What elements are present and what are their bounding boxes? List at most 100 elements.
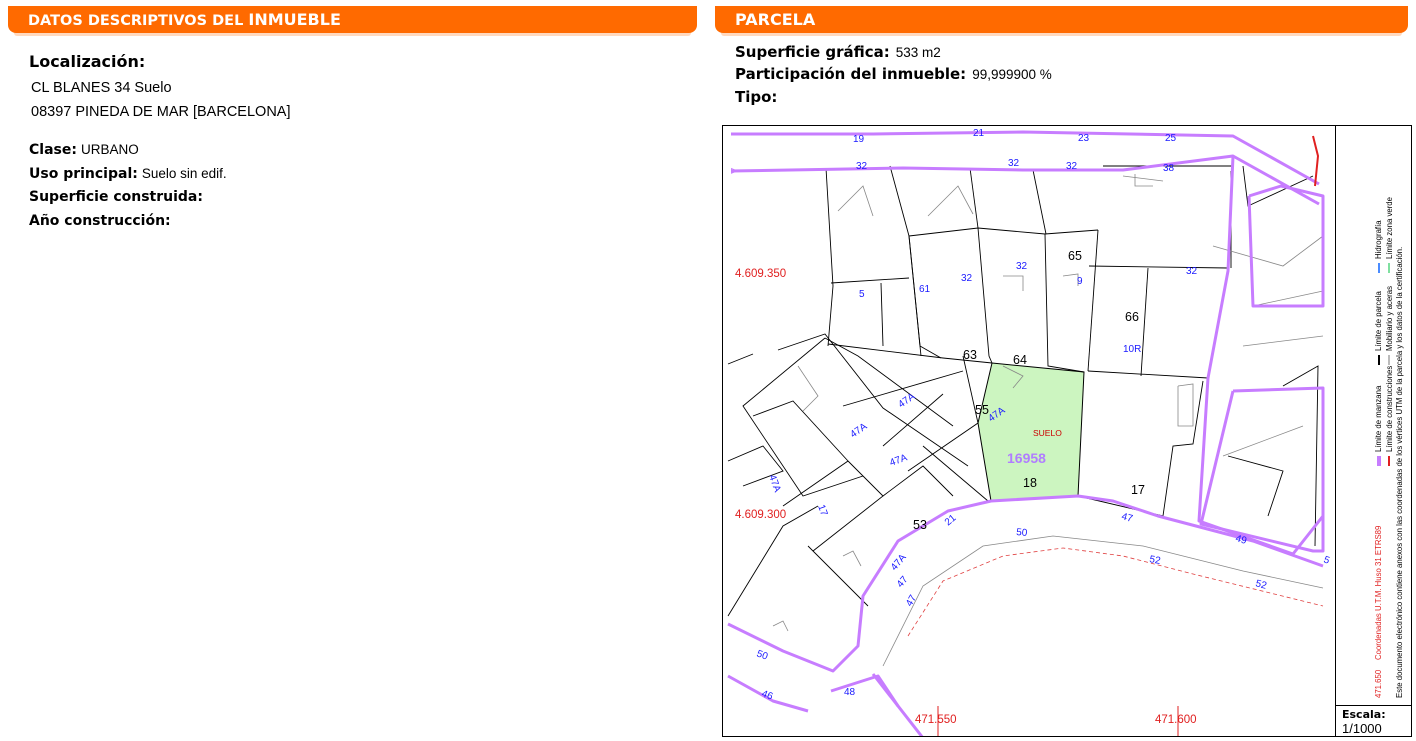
- street-number: 19: [853, 134, 865, 145]
- map-canvas[interactable]: 4.609.350 4.609.300 471.550 471.600 SUEL…: [723, 126, 1335, 737]
- location-address: CL BLANES 34 Suelo: [31, 80, 172, 96]
- street-number: 32: [1066, 161, 1078, 172]
- block-number: 18: [1023, 476, 1037, 490]
- legend-label: Hidrografía: [1374, 220, 1383, 259]
- street-number: 23: [1078, 133, 1090, 144]
- coord-system-label: Coordenadas U.T.M. Huso 31 ETRS89: [1374, 525, 1383, 660]
- cadastral-map[interactable]: 4.609.350 4.609.300 471.550 471.600 SUEL…: [722, 125, 1412, 737]
- parcel-use-label: SUELO: [1033, 428, 1062, 438]
- block-number: 17: [1131, 483, 1145, 497]
- legend-swatch-manzana: [1376, 456, 1381, 466]
- street-number: 49: [1234, 533, 1248, 547]
- legend-label: Límite zona verde: [1384, 197, 1394, 259]
- legend-label: Límite de construcciones: [1384, 365, 1394, 452]
- street-number: 50: [755, 648, 770, 662]
- block-number: 66: [1125, 310, 1139, 324]
- block-number: 64: [1013, 353, 1027, 367]
- street-number: 32: [1186, 266, 1198, 277]
- street-number: 47A: [896, 391, 917, 410]
- street-number: 52: [1148, 554, 1161, 567]
- uso-value: Suelo sin edif.: [141, 166, 227, 181]
- street-number: 5: [859, 289, 865, 300]
- legend-hidrografia: Hidrografía: [1374, 220, 1385, 273]
- legend-swatch-zona-verde: [1388, 263, 1391, 273]
- legend-mobiliario: Mobiliario y aceras: [1385, 286, 1396, 365]
- street-number: 25: [1165, 133, 1177, 144]
- street-number: 32: [1008, 158, 1020, 169]
- legend-label: Límite de parcela: [1374, 291, 1383, 351]
- street-number: 17: [815, 503, 829, 518]
- street-number: 9: [1077, 276, 1083, 287]
- tipo-row: Tipo:: [735, 88, 777, 106]
- legend-limite-parcela: Límite de parcela: [1374, 291, 1385, 365]
- superficie-grafica-label: Superficie gráfica:: [735, 43, 890, 61]
- legend-note: Este documento electrónico contiene anex…: [1395, 246, 1404, 698]
- block-limit-end-marker: ⊳: [730, 166, 738, 177]
- street-number: 10R: [1123, 344, 1141, 355]
- street-number: 32: [856, 161, 868, 172]
- participacion-label: Participación del inmueble:: [735, 65, 967, 83]
- legend-limite-construcciones: Límite de construcciones: [1385, 366, 1396, 466]
- superficie-grafica-row: Superficie gráfica: 533 m2: [735, 43, 941, 61]
- parcela-header-text: PARCELA: [735, 10, 816, 29]
- street-number: 32: [1016, 261, 1028, 272]
- legend-swatch-hidrografia: [1377, 263, 1380, 273]
- legend-swatch-mobiliario: [1388, 355, 1391, 365]
- parcel-id-label: 16958: [1007, 450, 1046, 466]
- street-number: 48: [844, 687, 856, 698]
- clase-row: Clase: URBANO: [29, 141, 139, 158]
- coord-x2-label: 471.600: [1155, 714, 1197, 726]
- block-number: 65: [1068, 249, 1082, 263]
- street-number: 47: [895, 574, 911, 590]
- tipo-label: Tipo:: [735, 88, 778, 106]
- street-number: 38: [1163, 163, 1175, 174]
- clase-label: Clase:: [29, 142, 77, 158]
- street-number: 47: [1120, 511, 1134, 525]
- scale-value: 1/1000: [1342, 721, 1382, 736]
- street-number: 5: [1322, 554, 1331, 566]
- legend-row-3: Este documento electrónico contiene anex…: [1395, 138, 1406, 698]
- descriptive-data-header: DATOS DESCRIPTIVOS DEL INMUEBLE: [8, 6, 697, 36]
- legend-content: 471.650 Coordenadas U.T.M. Huso 31 ETRS8…: [1374, 138, 1406, 698]
- legend-row-1: 471.650 Coordenadas U.T.M. Huso 31 ETRS8…: [1374, 138, 1385, 698]
- superficie-construida-label: Superficie construida:: [29, 189, 203, 205]
- superficie-grafica-value: 533 m2: [895, 45, 941, 60]
- legend-limite-manzana: Límite de manzana: [1374, 386, 1385, 466]
- uso-row: Uso principal: Suelo sin edif.: [29, 165, 227, 182]
- legend-swatch-parcela: [1377, 355, 1380, 365]
- superficie-construida-row: Superficie construida:: [29, 188, 203, 205]
- legend-swatch-construcciones: [1388, 456, 1391, 466]
- street-number: 47: [904, 593, 919, 609]
- participacion-row: Participación del inmueble: 99,999900 %: [735, 65, 1052, 83]
- coord-y1-label: 4.609.350: [735, 268, 786, 280]
- uso-label: Uso principal:: [29, 166, 138, 182]
- legend-label: Límite de manzana: [1374, 385, 1383, 452]
- street-number: 47A: [889, 552, 909, 573]
- street-number: 50: [1016, 527, 1028, 539]
- street-number: 21: [943, 512, 959, 528]
- legend-row-2: Límite de construcciones Mobiliario y ac…: [1385, 138, 1396, 698]
- scale-label: Escala:: [1342, 708, 1386, 721]
- street-number: 47A: [888, 452, 909, 469]
- map-scale: Escala: 1/1000: [1335, 705, 1411, 736]
- location-label: Localización:: [29, 52, 146, 71]
- ano-construccion-row: Año construcción:: [29, 212, 171, 229]
- participacion-value: 99,999900 %: [972, 67, 1052, 82]
- street-number: 61: [919, 284, 931, 295]
- coord-y2-label: 4.609.300: [735, 509, 786, 521]
- block-number: 53: [913, 518, 927, 532]
- clase-value: URBANO: [80, 142, 139, 157]
- block-number: 63: [963, 348, 977, 362]
- coord-x3-label: 471.650: [1374, 669, 1383, 698]
- street-number: 47A: [766, 473, 783, 494]
- coord-x1-label: 471.550: [915, 714, 957, 726]
- map-legend: 471.650 Coordenadas U.T.M. Huso 31 ETRS8…: [1335, 126, 1411, 705]
- street-number: 32: [961, 273, 973, 284]
- legend-zona-verde: Límite zona verde: [1385, 197, 1396, 273]
- road-edge: [907, 547, 1324, 637]
- street-number: 47A: [848, 421, 869, 440]
- location-city: 08397 PINEDA DE MAR [BARCELONA]: [31, 104, 291, 120]
- street-number: 21: [973, 128, 985, 139]
- ano-construccion-label: Año construcción:: [29, 213, 171, 229]
- legend-label: Mobiliario y aceras: [1384, 286, 1394, 351]
